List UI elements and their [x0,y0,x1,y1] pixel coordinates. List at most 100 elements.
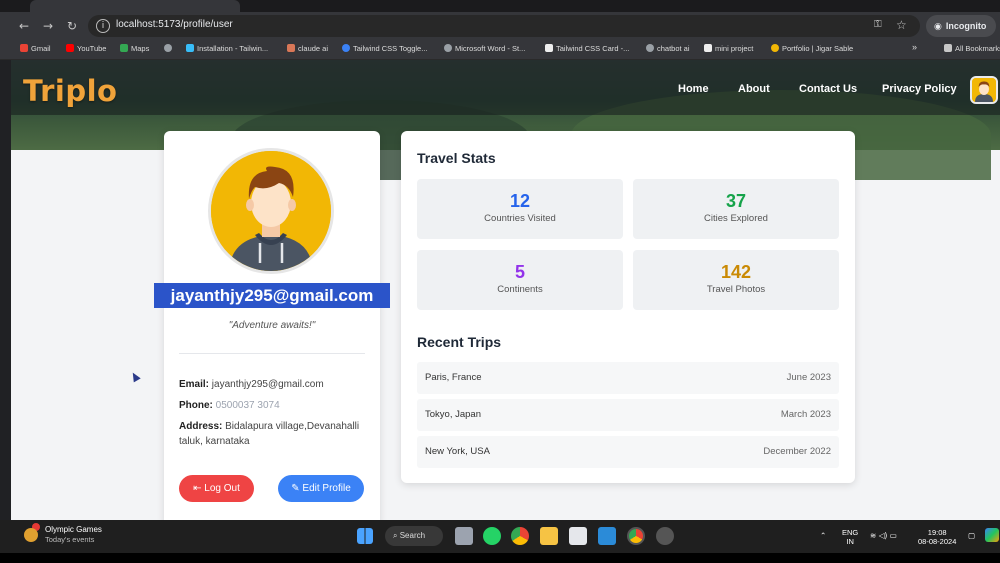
stat-cities: 37 Cities Explored [633,179,839,239]
task-view-icon[interactable] [455,527,473,545]
site-info-icon[interactable]: i [96,19,110,33]
stat-countries: 12 Countries Visited [417,179,623,239]
phone-row: Phone: 0500037 3074 [179,398,369,413]
bookmarks-more-icon[interactable]: » [912,42,917,52]
bookmark-tailwind-card[interactable]: Tailwind CSS Card -... [545,44,629,53]
bookmark-label: Microsoft Word - St... [455,44,526,53]
tailwind-icon [186,44,194,52]
address-row: Address: Bidalapura village,Devanahalli … [179,419,369,449]
nav-home[interactable]: Home [678,83,709,95]
bookmark-label: All Bookmarks [955,44,1000,53]
bookmark-youtube[interactable]: YouTube [66,44,106,53]
trip-row[interactable]: Paris, France June 2023 [417,362,839,394]
bookmark-maps[interactable]: Maps [120,44,149,53]
whatsapp-icon[interactable] [483,527,501,545]
back-icon[interactable]: ← [16,18,32,34]
wifi-volume-battery-icon[interactable]: ≋ ◁) ▭ [870,531,897,540]
stats-card: Travel Stats 12 Countries Visited 37 Cit… [401,131,855,483]
trip-row[interactable]: Tokyo, Japan March 2023 [417,399,839,431]
profile-card: jayanthjy295@gmail.com "Adventure awaits… [154,131,390,520]
address-bar[interactable]: i localhost:5173/profile/user ⚿ ☆ [88,15,920,37]
bookmark-label: chatbot ai [657,44,690,53]
divider [179,353,365,354]
trip-place: New York, USA [425,446,490,457]
nav-contact[interactable]: Contact Us [799,83,857,95]
bookmark-tailwind-install[interactable]: Installation - Tailwin... [186,44,268,53]
folder-icon [944,44,952,52]
bookmark-label: mini project [715,44,754,53]
file-explorer-icon[interactable] [540,527,558,545]
lang-top: ENG [842,528,859,537]
incognito-icon: ◉ [934,22,942,32]
nav-privacy[interactable]: Privacy Policy [882,83,957,95]
vscode-icon[interactable] [598,527,616,545]
store-icon[interactable] [569,527,587,545]
incognito-indicator[interactable]: ◉ Incognito [926,15,996,37]
bookmark-chatbot[interactable]: chatbot ai [646,44,690,53]
tab-strip [0,0,1000,12]
app-icon[interactable] [656,527,674,545]
maps-icon [120,44,128,52]
globe-icon [646,44,654,52]
windows-taskbar: Olympic Games Today's events ⌕ Search ⌃ … [0,520,1000,553]
lang-bottom: IN [846,537,854,546]
phone-value: 0500037 3074 [215,400,280,411]
reload-icon[interactable]: ↻ [64,18,80,34]
tray-overflow-icon[interactable]: ⌃ [820,531,826,540]
claude-icon [287,44,295,52]
bookmark-label: YouTube [77,44,107,53]
notifications-icon[interactable]: ▢ [968,531,975,540]
logout-icon: ⇤ [193,483,202,494]
browser-window: ← → ↻ i localhost:5173/profile/user ⚿ ☆ … [0,0,1000,563]
bookmark-globe[interactable] [164,44,175,53]
all-bookmarks[interactable]: All Bookmarks [944,44,1000,53]
bookmark-tailwind-toggle[interactable]: Tailwind CSS Toggle... [342,44,427,53]
stat-label: Continents [497,284,543,295]
clock-time: 19:08 [927,528,947,537]
screen-border [0,553,1000,563]
edit-profile-button[interactable]: ✎ Edit Profile [278,475,364,502]
bookmark-mini-project[interactable]: mini project [704,44,753,53]
site-logo[interactable]: Triplo [23,74,117,108]
olympics-icon[interactable] [24,528,38,542]
stat-value: 12 [509,191,531,211]
news-widget[interactable]: Olympic Games Today's events [45,525,102,545]
travel-stats-title: Travel Stats [417,150,496,166]
active-tab[interactable] [30,0,240,12]
password-key-icon[interactable]: ⚿ [874,19,882,30]
bookmark-claude[interactable]: claude ai [287,44,328,53]
clock[interactable]: 19:08 08-08-2024 [918,528,956,546]
windows-start-icon[interactable] [357,528,373,544]
incognito-label: Incognito [945,21,987,31]
email-value: jayanthjy295@gmail.com [211,379,324,390]
trip-place: Paris, France [425,372,482,383]
chrome-incognito-icon[interactable] [627,527,645,545]
stat-value: 142 [720,262,752,282]
email-row: Email: jayanthjy295@gmail.com [179,377,369,392]
email-label: Email: [179,379,210,390]
portfolio-icon [771,44,779,52]
stat-continents: 5 Continents [417,250,623,310]
bookmark-gmail[interactable]: Gmail [20,44,51,53]
trip-row[interactable]: New York, USA December 2022 [417,436,839,468]
url-text[interactable]: localhost:5173/profile/user [116,19,233,30]
language-indicator[interactable]: ENG IN [842,528,858,546]
bookmark-star-icon[interactable]: ☆ [896,18,907,32]
bookmark-label: Portfolio | Jigar Sable [782,44,854,53]
bookmark-word[interactable]: Microsoft Word - St... [444,44,525,53]
page-viewport: Triplo Home About Contact Us Privacy Pol… [11,60,1000,520]
bookmark-portfolio[interactable]: Portfolio | Jigar Sable [771,44,853,53]
taskbar-search[interactable]: ⌕ Search [385,526,443,546]
search-icon: ⌕ [393,531,398,540]
logout-button[interactable]: ⇤ Log Out [179,475,254,502]
copilot-icon[interactable] [985,528,999,542]
stat-value: 5 [514,262,525,282]
stat-photos: 142 Travel Photos [633,250,839,310]
forward-icon[interactable]: → [40,18,56,34]
address-label: Address: [179,421,223,432]
stat-label: Travel Photos [706,284,766,295]
nav-about[interactable]: About [738,83,770,95]
nav-avatar[interactable] [970,76,998,104]
profile-avatar [208,148,334,274]
chrome-icon[interactable] [511,527,529,545]
